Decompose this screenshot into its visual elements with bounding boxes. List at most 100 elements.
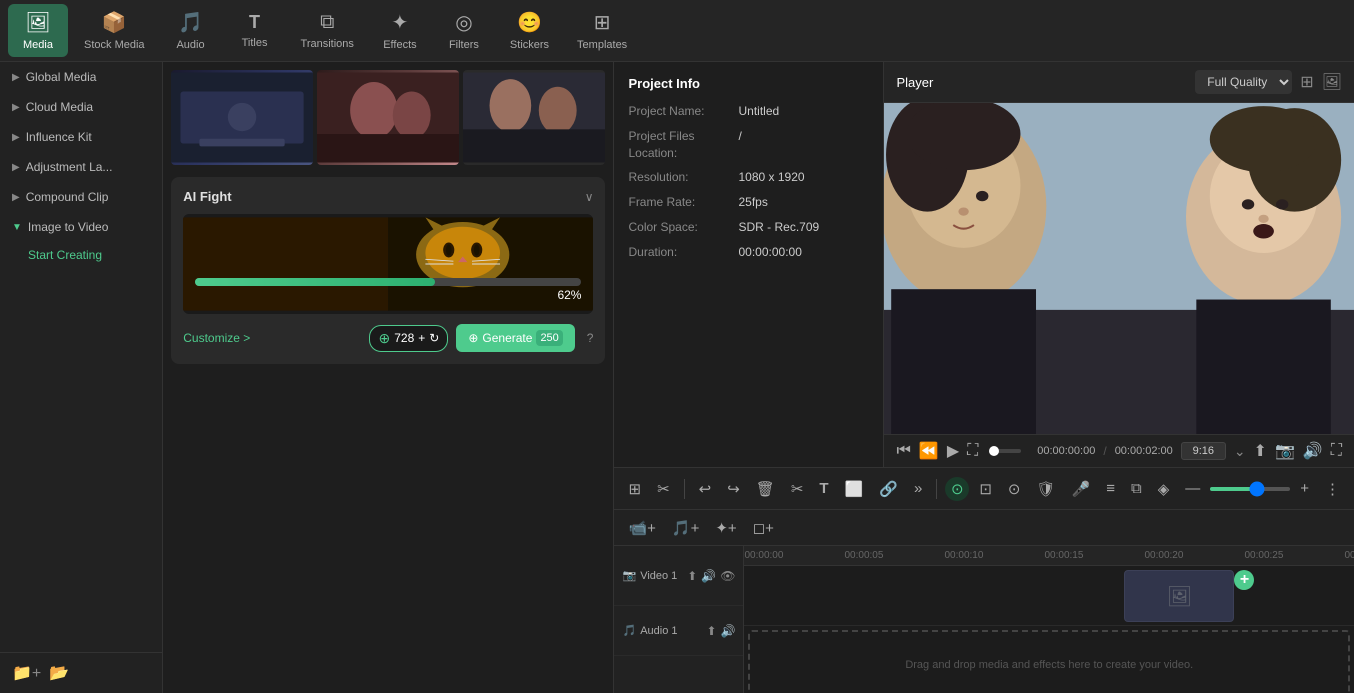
stickers-icon: 😊 bbox=[517, 10, 542, 35]
volume-button[interactable]: 🔊 bbox=[1303, 441, 1323, 461]
progress-percentage: 62% bbox=[195, 288, 581, 302]
chevron-fps-icon[interactable]: ⌄ bbox=[1234, 443, 1246, 460]
nav-media[interactable]: 🖼 Media bbox=[8, 4, 68, 57]
ai-tool[interactable]: ⊙ bbox=[1002, 476, 1027, 502]
add-video-track-icon[interactable]: 📹+ bbox=[622, 515, 661, 541]
project-name-row: Project Name: Untitled bbox=[628, 103, 869, 120]
sidebar-collapse-button[interactable]: ‹ bbox=[162, 358, 163, 398]
save-frame-button[interactable]: ⬆ bbox=[1254, 441, 1267, 461]
time-mark-10: 00:00:10 bbox=[944, 550, 983, 561]
link-tool[interactable]: 🔗 bbox=[873, 476, 904, 502]
nav-templates[interactable]: ⊞ Templates bbox=[565, 4, 639, 57]
sidebar-sub-item-start-creating[interactable]: Start Creating bbox=[0, 242, 162, 268]
crop-tool[interactable]: ⬜ bbox=[839, 476, 870, 502]
nav-audio[interactable]: 🎵 Audio bbox=[161, 4, 221, 57]
nav-effects[interactable]: ✦ Effects bbox=[370, 4, 430, 57]
mask-tool[interactable]: 🛡 bbox=[1030, 476, 1061, 502]
image-view-icon[interactable]: 🖼 bbox=[1322, 72, 1342, 92]
sidebar-item-adjustment-layer[interactable]: ▶ Adjustment La... bbox=[0, 152, 162, 182]
more-tools-button[interactable]: » bbox=[908, 476, 928, 501]
fullscreen-button[interactable]: ⛶ bbox=[967, 442, 978, 460]
sidebar-item-influence-kit[interactable]: ▶ Influence Kit bbox=[0, 122, 162, 152]
split-tool[interactable]: ⊡ bbox=[973, 476, 998, 502]
add-compound-icon[interactable]: ◻+ bbox=[747, 515, 780, 541]
play-reverse-button[interactable]: ⏪ bbox=[919, 441, 939, 461]
eye-track-icon[interactable]: 👁 bbox=[720, 569, 735, 583]
track-content-area: 00:00:00 00:00:05 00:00:10 00:00:15 00:0… bbox=[744, 546, 1354, 693]
credits-badge[interactable]: ⊕ 728 + ↻ bbox=[369, 325, 448, 352]
help-icon[interactable]: ? bbox=[587, 331, 594, 345]
add-effect-track-icon[interactable]: ✦+ bbox=[709, 515, 742, 541]
add-clip-button[interactable]: + bbox=[1234, 570, 1254, 590]
top-navigation: 🖼 Media 📦 Stock Media 🎵 Audio T Titles ⧉… bbox=[0, 0, 1354, 62]
media-thumb-3[interactable] bbox=[463, 70, 605, 165]
video-clip[interactable]: 🖼 bbox=[1124, 570, 1234, 622]
add-audio-track-icon[interactable]: 🎵+ bbox=[666, 515, 705, 541]
snapshot-button[interactable]: 📷 bbox=[1275, 441, 1295, 461]
project-info-section: Project Info Project Name: Untitled Proj… bbox=[614, 62, 884, 467]
ai-fight-panel: AI Fight ∨ bbox=[171, 177, 605, 364]
audio-icon: 🎵 bbox=[178, 10, 203, 35]
nav-transitions[interactable]: ⧉ Transitions bbox=[289, 5, 366, 56]
sidebar-item-global-media[interactable]: ▶ Global Media bbox=[0, 62, 162, 92]
zoom-slider[interactable] bbox=[1210, 487, 1290, 491]
media-thumb-1[interactable] bbox=[171, 70, 313, 165]
prev-frame-button[interactable]: ⏮ bbox=[896, 442, 910, 460]
sidebar-item-cloud-media[interactable]: ▶ Cloud Media bbox=[0, 92, 162, 122]
player-section: Player Full Quality 1/2 Quality 1/4 Qual… bbox=[884, 62, 1354, 467]
generate-button[interactable]: ⊕ Generate 250 bbox=[456, 324, 574, 352]
customize-button[interactable]: Customize > bbox=[183, 331, 250, 345]
refresh-icon[interactable]: ↻ bbox=[429, 331, 439, 345]
voice-tool[interactable]: 🎤 bbox=[1066, 476, 1097, 502]
more-options-button[interactable]: ⋮ bbox=[1319, 476, 1346, 502]
nav-stock-media[interactable]: 📦 Stock Media bbox=[72, 4, 157, 57]
time-ruler: 00:00:00 00:00:05 00:00:10 00:00:15 00:0… bbox=[744, 546, 1354, 566]
subtitle-tool[interactable]: ≡ bbox=[1100, 476, 1121, 501]
sidebar-item-image-to-video[interactable]: ▼ Image to Video bbox=[0, 212, 162, 242]
keyframe-tool[interactable]: ◈ bbox=[1152, 476, 1176, 502]
add-folder-icon[interactable]: 📁+ bbox=[12, 663, 41, 683]
mute-audio-icon[interactable]: 🔊 bbox=[721, 624, 736, 638]
mute-track-icon[interactable]: 🔊 bbox=[701, 569, 716, 583]
video-track-row: 🖼 + bbox=[744, 566, 1354, 626]
text-tool[interactable]: T bbox=[813, 476, 834, 501]
audio-track-label: 🎵 Audio 1 ⬆ 🔊 bbox=[614, 606, 743, 656]
media-icon: 🖼 bbox=[25, 10, 50, 35]
quality-select[interactable]: Full Quality 1/2 Quality 1/4 Quality bbox=[1195, 70, 1292, 94]
redo-button[interactable]: ↪ bbox=[721, 476, 746, 502]
arrow-icon: ▶ bbox=[12, 192, 20, 203]
media-thumb-2[interactable] bbox=[317, 70, 459, 165]
zoom-out-button[interactable]: — bbox=[1179, 476, 1206, 501]
transition-timeline-tool[interactable]: ⧉ bbox=[1125, 476, 1148, 501]
arrow-icon: ▶ bbox=[12, 72, 20, 83]
grid-view-icon[interactable]: ⊞ bbox=[1300, 72, 1313, 92]
delete-button[interactable]: 🗑 bbox=[750, 476, 781, 502]
segment-tool[interactable]: ⊞ bbox=[622, 476, 647, 502]
upload-track-icon[interactable]: ⬆ bbox=[687, 569, 697, 583]
ai-panel-close-button[interactable]: ∨ bbox=[585, 190, 594, 204]
sidebar-item-compound-clip[interactable]: ▶ Compound Clip bbox=[0, 182, 162, 212]
zoom-in-button[interactable]: + bbox=[1294, 476, 1315, 501]
media-thumbnail-grid bbox=[163, 62, 613, 173]
settings-button[interactable]: ⛶ bbox=[1331, 442, 1342, 460]
nav-filters[interactable]: ◎ Filters bbox=[434, 4, 494, 57]
upload-audio-icon[interactable]: ⬆ bbox=[706, 624, 716, 638]
snap-button[interactable]: ⊙ bbox=[945, 477, 969, 501]
arrow-expanded-icon: ▼ bbox=[12, 222, 22, 233]
cut-button[interactable]: ✂ bbox=[785, 476, 810, 502]
video-track-label: 📷 Video 1 ⬆ 🔊 👁 bbox=[614, 546, 743, 606]
total-time: 00:00:02:00 bbox=[1115, 445, 1173, 457]
new-folder-icon[interactable]: 📂 bbox=[49, 663, 69, 683]
nav-stickers[interactable]: 😊 Stickers bbox=[498, 4, 561, 57]
current-time: 00:00:00:00 bbox=[1037, 445, 1095, 457]
ai-panel-preview: 62% bbox=[183, 214, 593, 314]
ripple-tool[interactable]: ✂ bbox=[651, 476, 676, 502]
undo-button[interactable]: ↩ bbox=[693, 476, 718, 502]
play-button[interactable]: ▶ bbox=[947, 441, 959, 461]
video-track-drop-zone[interactable]: 🖼 + bbox=[744, 566, 1354, 625]
player-progress-track[interactable] bbox=[994, 449, 1021, 453]
nav-titles[interactable]: T Titles bbox=[225, 6, 285, 55]
drop-zone[interactable]: Drag and drop media and effects here to … bbox=[748, 630, 1350, 693]
generate-icon: ⊕ bbox=[468, 331, 478, 345]
fps-display[interactable] bbox=[1181, 442, 1226, 460]
